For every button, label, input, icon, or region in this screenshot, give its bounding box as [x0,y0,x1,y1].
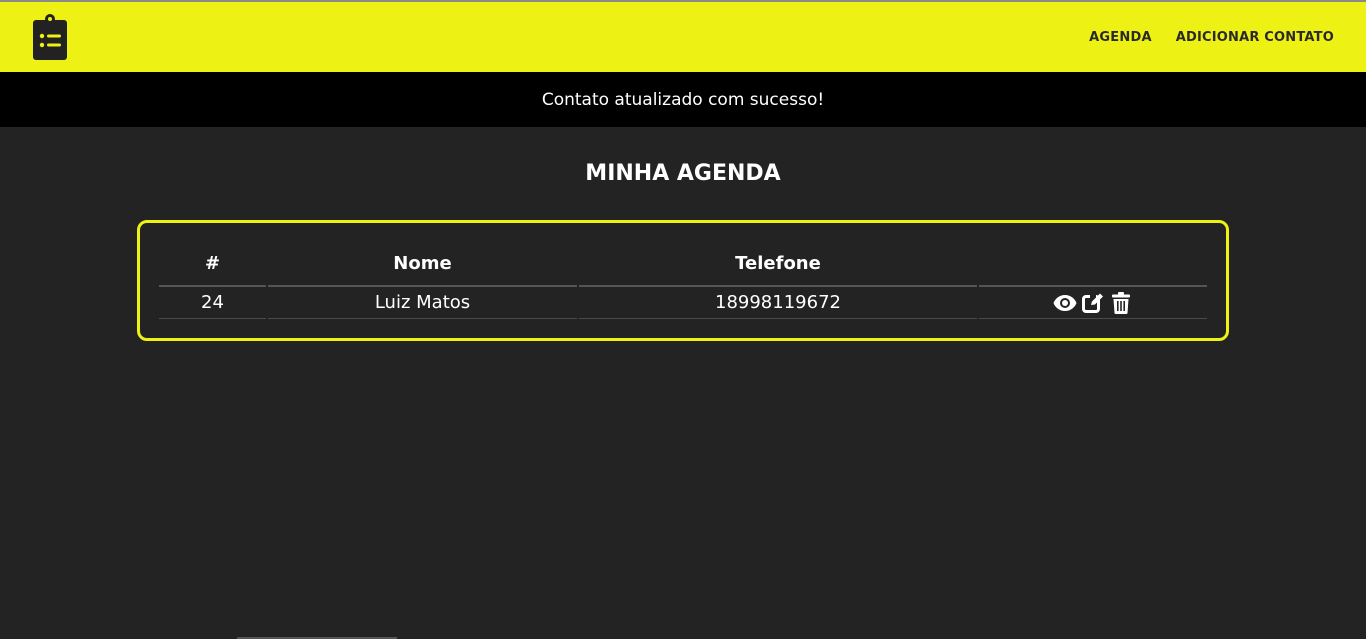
header-nome: Nome [268,241,577,287]
cell-nome: Luiz Matos [268,287,577,319]
alert-message: Contato atualizado com sucesso! [541,89,825,110]
eye-icon[interactable] [1053,292,1077,314]
header-telefone: Telefone [579,241,977,287]
nav-links: AGENDA ADICIONAR CONTATO [1089,30,1334,45]
success-alert: Contato atualizado com sucesso! [0,72,1366,127]
nav-link-adicionar-contato[interactable]: ADICIONAR CONTATO [1176,30,1334,45]
header-actions [979,241,1207,287]
navbar: AGENDA ADICIONAR CONTATO [0,2,1366,72]
page-title: MINHA AGENDA [585,161,781,186]
nav-link-agenda[interactable]: AGENDA [1089,30,1152,45]
page: AGENDA ADICIONAR CONTATO Contato atualiz… [0,0,1366,639]
contacts-table-card: # Nome Telefone 24 Luiz Matos 1899811967… [137,220,1229,341]
cell-telefone: 18998119672 [579,287,977,319]
table-header-row: # Nome Telefone [159,241,1207,287]
row-actions [1053,291,1133,314]
edit-icon[interactable] [1081,292,1105,314]
contacts-table: # Nome Telefone 24 Luiz Matos 1899811967… [157,241,1209,319]
table-row: 24 Luiz Matos 18998119672 [159,287,1207,319]
header-id: # [159,241,266,287]
cell-actions [979,287,1207,319]
trash-icon[interactable] [1109,291,1133,314]
clipboard-list-icon[interactable] [32,14,68,60]
cell-id: 24 [159,287,266,319]
